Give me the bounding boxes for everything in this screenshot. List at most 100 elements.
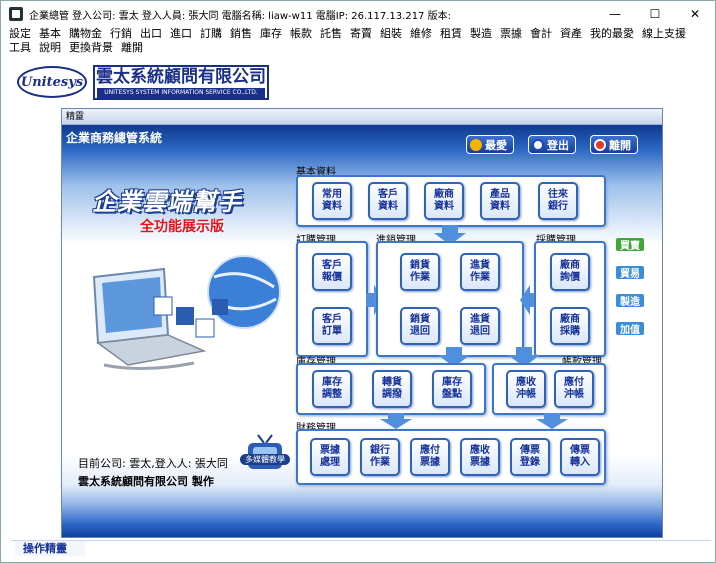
logo-company-en: UNITESYS SYSTEM INFORMATION SERVICE CO.,… [97, 88, 265, 98]
logout-label: 登出 [547, 138, 569, 152]
basic-section: 常用 資料 客戶 資料 廠商 資料 產品 資料 往來 銀行 [296, 175, 606, 227]
order-section: 客戶 報價 客戶 訂單 [296, 241, 368, 357]
star-icon [470, 138, 482, 151]
menu-item[interactable]: 寄賣 [350, 27, 372, 41]
tile-transfer[interactable]: 轉貨 調撥 [372, 370, 412, 408]
tile-vendor-data[interactable]: 廠商 資料 [424, 182, 464, 220]
menu-item[interactable]: 出口 [140, 27, 162, 41]
tile-purchase-entry[interactable]: 進貨 作業 [460, 253, 500, 291]
menu-item[interactable]: 租賃 [440, 27, 462, 41]
status-bar: 操作精靈 [11, 540, 711, 556]
tv-label: 多媒體教學 [240, 454, 290, 465]
minimize-button[interactable]: — [595, 1, 635, 27]
tile-customer-data[interactable]: 客戶 資料 [368, 182, 408, 220]
tile-vendor-inquiry[interactable]: 廠商 詢價 [550, 253, 590, 291]
menu-item[interactable]: 購物金 [69, 27, 102, 41]
app-window: 企業總管 登入公司: 雲太 登入人員: 張大同 電腦名稱: liaw-w11 電… [0, 0, 716, 563]
tile-bank-ops[interactable]: 銀行 作業 [360, 438, 400, 476]
menu-item[interactable]: 設定 [9, 27, 31, 41]
hero-subtitle: 全功能展示版 [140, 219, 224, 235]
menu-row-2: 工具 說明 更換背景 離開 [1, 41, 715, 55]
side-button-trade[interactable]: 貿易 [615, 265, 645, 280]
side-button-trading[interactable]: 買賣 [615, 237, 645, 252]
menu-item[interactable]: 庫存 [260, 27, 282, 41]
company-made-by: 雲太系統顧問有限公司 製作 [78, 475, 214, 488]
exit-label: 離開 [609, 138, 631, 152]
finance-section: 票據 處理 銀行 作業 應付 票據 應收 票據 傳票 登錄 傳票 轉入 [296, 429, 606, 485]
power-icon [532, 138, 544, 151]
menu-item[interactable]: 銷售 [230, 27, 252, 41]
accounts-section: 應收 沖帳 應付 沖帳 [492, 363, 606, 415]
tile-notes-payable[interactable]: 應付 票據 [410, 438, 450, 476]
menu-item[interactable]: 組裝 [380, 27, 402, 41]
exit-button[interactable]: 離開 [590, 135, 638, 154]
menu-item[interactable]: 會計 [530, 27, 552, 41]
maximize-button[interactable]: ☐ [635, 1, 675, 27]
down-arrow-icon [380, 413, 412, 429]
panel-header: 精靈 [62, 109, 662, 125]
menu-item[interactable]: 帳款 [290, 27, 312, 41]
menu-item[interactable]: 更換背景 [69, 41, 113, 55]
menu-item[interactable]: 進口 [170, 27, 192, 41]
down-arrow-icon [536, 413, 568, 429]
window-title: 企業總管 登入公司: 雲太 登入人員: 張大同 電腦名稱: liaw-w11 電… [29, 10, 451, 22]
tile-notes-handling[interactable]: 票據 處理 [310, 438, 350, 476]
tile-product-data[interactable]: 產品 資料 [480, 182, 520, 220]
logo-company-cn: 雲太系統顧問有限公司 [96, 67, 266, 87]
menu-item[interactable]: 我的最愛 [590, 27, 634, 41]
tile-stocktake[interactable]: 庫存 盤點 [432, 370, 472, 408]
title-bar: 企業總管 登入公司: 雲太 登入人員: 張大同 電腦名稱: liaw-w11 電… [1, 1, 715, 27]
menu-item[interactable]: 離開 [121, 41, 143, 55]
purchase-section: 廠商 詢價 廠商 採購 [534, 241, 606, 357]
logout-button[interactable]: 登出 [528, 135, 576, 154]
tile-bank[interactable]: 往來 銀行 [538, 182, 578, 220]
menu-item[interactable]: 票據 [500, 27, 522, 41]
menu-item[interactable]: 託售 [320, 27, 342, 41]
tile-notes-receivable[interactable]: 應收 票據 [460, 438, 500, 476]
menu-item[interactable]: 訂購 [200, 27, 222, 41]
exit-icon [594, 138, 606, 151]
window-controls: — ☐ ✕ [595, 1, 715, 27]
multimedia-tutorial-button[interactable]: 多媒體教學 [240, 433, 290, 477]
current-login-info: 目前公司: 雲太,登入人: 張大同 [78, 457, 228, 470]
tile-customer-order[interactable]: 客戶 訂單 [312, 307, 352, 345]
operation-wizard-tab[interactable]: 操作精靈 [15, 541, 85, 556]
tile-stock-adjust[interactable]: 庫存 調整 [312, 370, 352, 408]
app-icon [9, 7, 23, 21]
laptop-illustration [92, 255, 281, 371]
menu-bar: 設定 基本 購物金 行銷 出口 進口 訂購 銷售 庫存 帳款 託售 寄賣 組裝 維修 租賃 製造 票據 會計 資產我… [1, 27, 715, 55]
menu-item[interactable]: 說明 [39, 41, 61, 55]
menu-item[interactable]: 線上支援 [642, 27, 686, 41]
menu-item[interactable]: 基本 [39, 27, 61, 41]
hero-title: 企業雲端幫手 [92, 188, 242, 216]
tile-ar-writeoff[interactable]: 應收 沖帳 [506, 370, 546, 408]
tile-sales-entry[interactable]: 銷貨 作業 [400, 253, 440, 291]
menu-item[interactable]: 維修 [410, 27, 432, 41]
panel-body: 企業商務總管系統 最愛 登出 離開 企業雲端幫手 全功能展示版 基本資料 常用 … [62, 125, 662, 537]
menu-item[interactable]: 資產 [560, 27, 582, 41]
menu-item[interactable]: 工具 [9, 41, 31, 55]
inventory-section: 庫存 調整 轉貨 調撥 庫存 盤點 [296, 363, 486, 415]
tile-ap-writeoff[interactable]: 應付 沖帳 [554, 370, 594, 408]
favorite-label: 最愛 [485, 138, 507, 152]
close-button[interactable]: ✕ [675, 1, 715, 27]
logo-emblem: Unitesys [17, 66, 87, 98]
menu-item[interactable]: 行銷 [110, 27, 132, 41]
tile-purchase-return[interactable]: 進貨 退回 [460, 307, 500, 345]
tile-vendor-purchase[interactable]: 廠商 採購 [550, 307, 590, 345]
side-button-value-added[interactable]: 加值 [615, 321, 645, 336]
logo-name-box: 雲太系統顧問有限公司 UNITESYS SYSTEM INFORMATION S… [93, 65, 269, 100]
menu-row-1: 設定 基本 購物金 行銷 出口 進口 訂購 銷售 庫存 帳款 託售 寄賣 組裝 維修 租賃 製造 票據 會計 資產我… [1, 27, 715, 41]
tile-common-data[interactable]: 常用 資料 [312, 182, 352, 220]
tile-voucher-import[interactable]: 傳票 轉入 [560, 438, 600, 476]
tile-sales-return[interactable]: 銷貨 退回 [400, 307, 440, 345]
system-title: 企業商務總管系統 [66, 131, 163, 145]
menu-item[interactable]: 製造 [470, 27, 492, 41]
tile-voucher-entry[interactable]: 傳票 登錄 [510, 438, 550, 476]
sales-section: 銷貨 作業 進貨 作業 銷貨 退回 進貨 退回 [376, 241, 524, 357]
logo-emblem-text: Unitesys [20, 74, 84, 90]
tile-customer-quote[interactable]: 客戶 報價 [312, 253, 352, 291]
favorite-button[interactable]: 最愛 [466, 135, 514, 154]
company-logo: Unitesys 雲太系統顧問有限公司 UNITESYS SYSTEM INFO… [11, 61, 711, 105]
side-button-manufacture[interactable]: 製造 [615, 293, 645, 308]
